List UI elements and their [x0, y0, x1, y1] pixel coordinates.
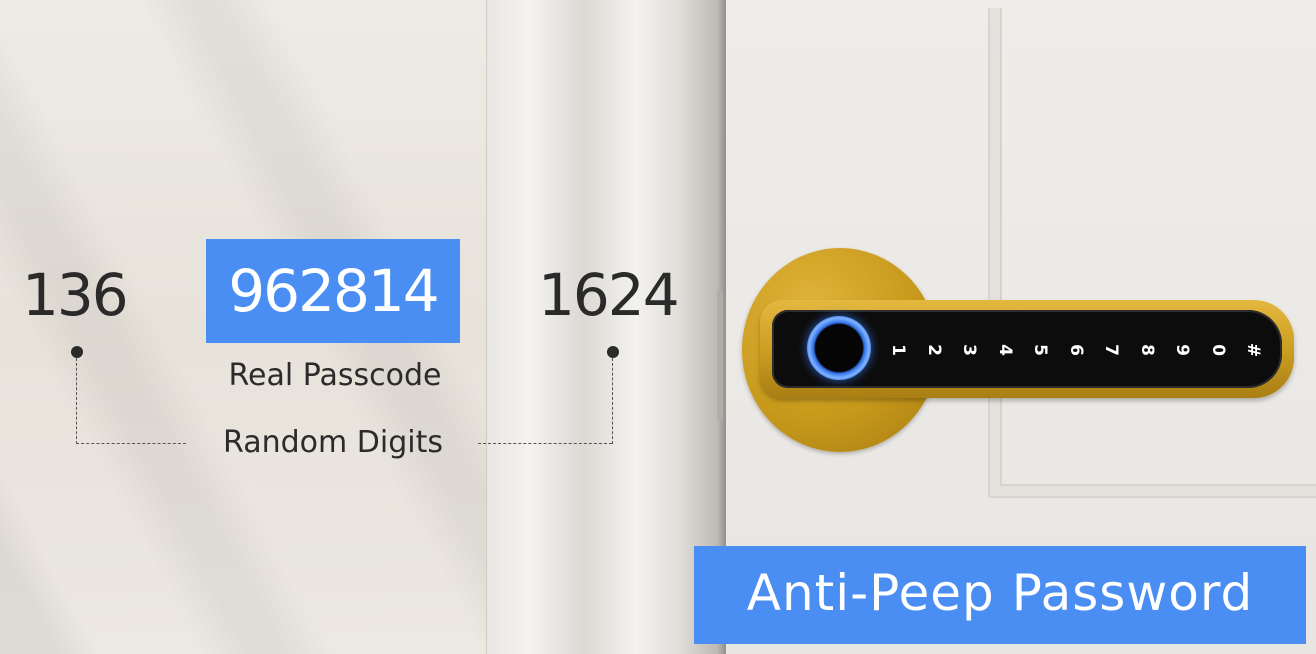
key-7: 7 — [1101, 344, 1121, 356]
left-connector-vertical — [76, 358, 77, 444]
product-scene: 136 962814 1624 Real Passcode Random Dig… — [0, 0, 1316, 654]
key-8: 8 — [1136, 344, 1157, 356]
random-digits-label: Random Digits — [223, 425, 443, 460]
key-3: 3 — [959, 344, 979, 356]
real-passcode-label: Real Passcode — [228, 358, 442, 393]
right-connector-horizontal — [478, 443, 612, 444]
real-passcode-number: 962814 — [228, 257, 439, 325]
random-digits-right: 1624 — [538, 261, 680, 329]
right-marker-dot — [607, 346, 619, 358]
key-hash: # — [1243, 342, 1263, 358]
random-digits-left: 136 — [22, 261, 129, 329]
left-marker-dot — [71, 346, 83, 358]
tagline-text: Anti-Peep Password — [746, 564, 1254, 622]
key-4: 4 — [994, 344, 1015, 356]
strike-plate — [717, 290, 723, 420]
fingerprint-sensor-icon — [807, 316, 871, 380]
key-0: 0 — [1207, 344, 1228, 356]
right-connector-vertical — [612, 358, 613, 444]
key-2: 2 — [923, 344, 944, 356]
door-panel — [988, 8, 1316, 498]
key-1: 1 — [888, 344, 908, 356]
key-5: 5 — [1030, 344, 1050, 356]
key-9: 9 — [1172, 344, 1192, 356]
key-6: 6 — [1065, 344, 1086, 356]
keypad-keys: 1 2 3 4 5 6 7 8 9 0 # — [885, 337, 1275, 363]
left-connector-horizontal — [76, 443, 186, 444]
